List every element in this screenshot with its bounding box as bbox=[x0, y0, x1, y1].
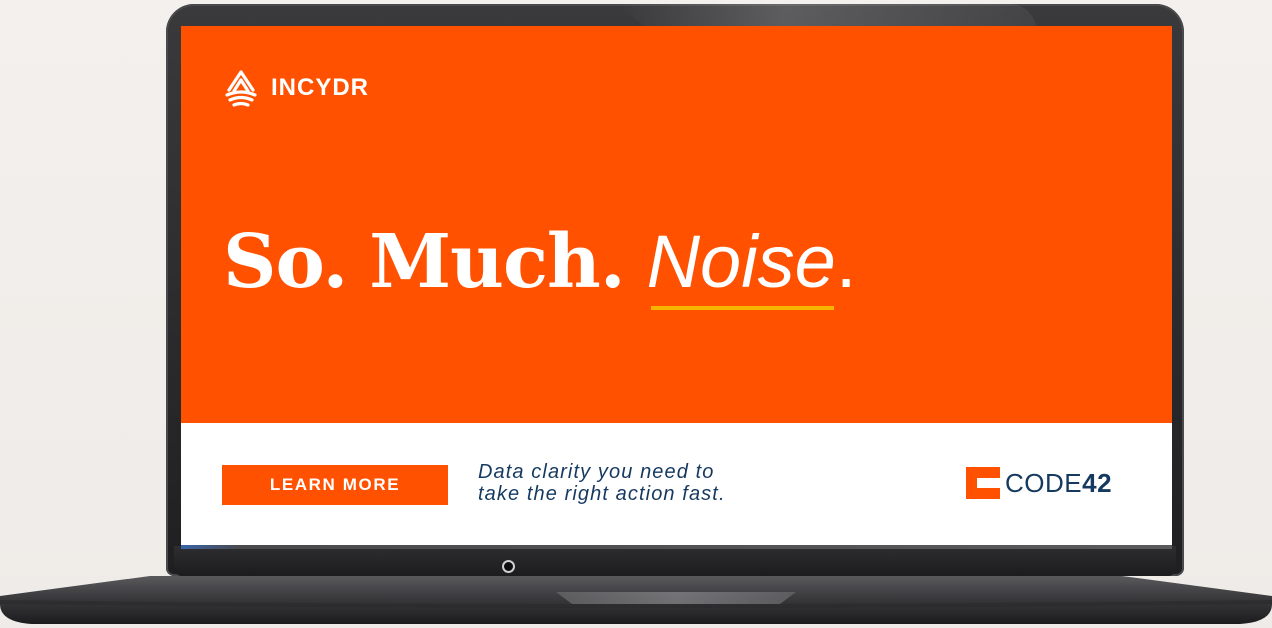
headline-word-so: So. bbox=[223, 219, 348, 305]
learn-more-button[interactable]: LEARN MORE bbox=[222, 465, 448, 505]
code42-wordmark: CODE42 bbox=[1005, 468, 1112, 499]
laptop-screen: INCYDR So. Much. Noise . LEARN MORE Data… bbox=[181, 26, 1172, 549]
hero-banner: INCYDR So. Much. Noise . bbox=[181, 26, 1172, 423]
headline-word-noise-wrap: Noise bbox=[646, 219, 836, 310]
headline: So. Much. Noise . bbox=[223, 219, 857, 310]
tagline: Data clarity you need to take the right … bbox=[478, 461, 726, 505]
screen-bottom-strip bbox=[181, 545, 1172, 549]
tagline-line-2: take the right action fast. bbox=[478, 483, 726, 505]
brand-lockup: INCYDR bbox=[221, 68, 369, 108]
laptop-base bbox=[0, 576, 1272, 624]
code42-logo[interactable]: CODE42 bbox=[966, 467, 1112, 499]
headline-period: . bbox=[835, 220, 857, 303]
bezel-bottom bbox=[174, 546, 1176, 576]
webcam-icon bbox=[502, 560, 515, 573]
headline-word-much: Much. bbox=[369, 219, 625, 305]
noise-underline bbox=[650, 306, 834, 310]
cta-band: LEARN MORE Data clarity you need to take… bbox=[181, 423, 1172, 549]
page-stage: INCYDR So. Much. Noise . LEARN MORE Data… bbox=[0, 0, 1272, 628]
brand-name: INCYDR bbox=[271, 74, 370, 101]
tagline-line-1: Data clarity you need to bbox=[478, 461, 715, 483]
code42-number: 42 bbox=[1082, 467, 1113, 498]
code42-logo-icon bbox=[966, 467, 1000, 499]
incydr-logo-icon bbox=[225, 70, 257, 107]
headline-word-noise: Noise bbox=[646, 220, 836, 303]
code42-prefix: CODE bbox=[1005, 467, 1083, 498]
